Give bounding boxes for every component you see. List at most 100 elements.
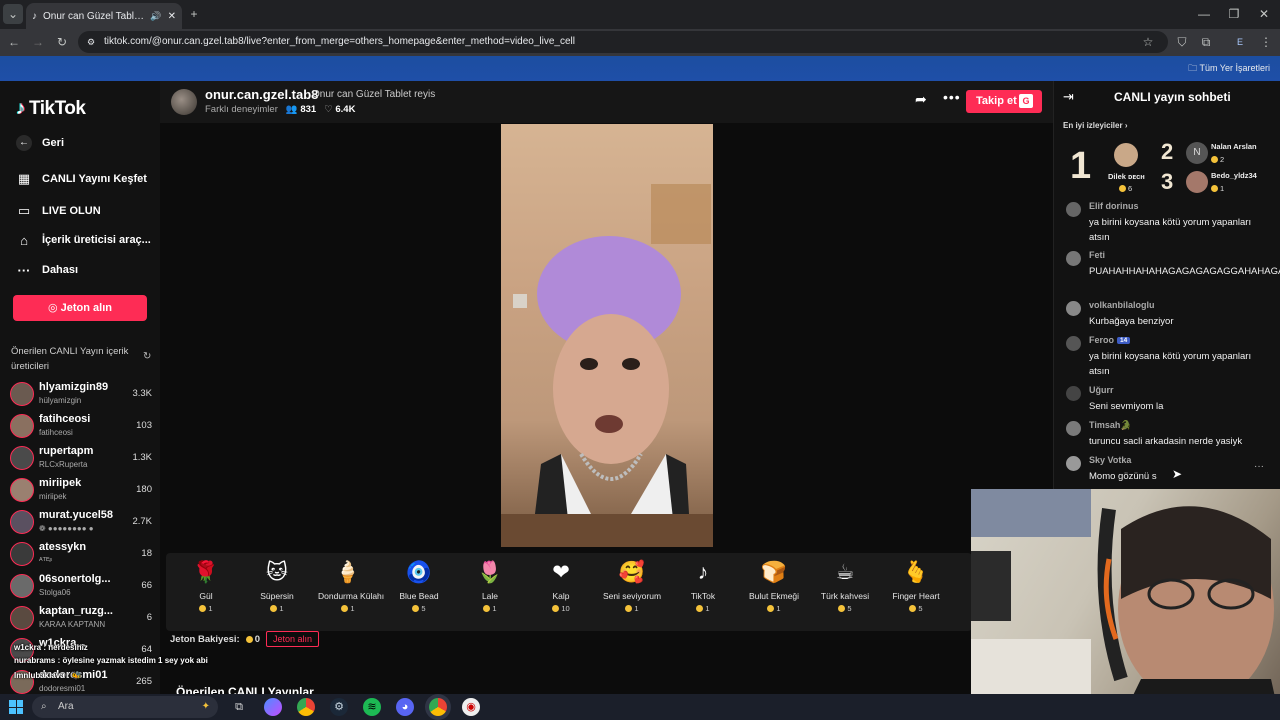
browser-tab[interactable]: ♪ Onur can Güzel Tablet reyis 🔊 ✕ [26,3,182,29]
site-info-icon[interactable]: ⚙ [87,31,95,53]
creator-item[interactable]: kaptan_ruzg... KARAA KAPTANN 6 [10,603,152,633]
gift-item[interactable]: 🥰 Seni seviyorum 1 [602,559,662,613]
new-tab-icon[interactable]: + [184,4,204,24]
nav-go-live[interactable]: ▭ LIVE OLUN [16,200,101,222]
task-view-icon[interactable]: ⧉ [230,698,248,716]
taskbar-search[interactable]: ⌕ Ara ✦ [32,696,218,718]
creator-handle: fatihceosi [39,428,73,437]
profile-avatar[interactable]: E [1230,32,1250,52]
host-name[interactable]: onur.can.gzel.tab8 [205,87,318,102]
chat-text: ya birini koysana kötü yorum yapanları a… [1089,217,1252,243]
collapse-chat-icon[interactable]: ⇥ [1063,89,1074,105]
gift-item[interactable]: 🫰 Finger Heart 5 [886,559,946,613]
chrome-icon[interactable] [297,698,315,716]
tab-search-icon[interactable]: ⌄ [3,4,23,24]
all-bookmarks-link[interactable]: 🗀 Tüm Yer İşaretleri [1188,61,1270,77]
gift-item[interactable]: 🌷 Lale 1 [460,559,520,613]
close-tab-icon[interactable]: ✕ [168,11,176,22]
follow-button[interactable]: Takip et G [966,90,1042,113]
discord-icon[interactable]: ◕ [396,698,414,716]
gift-name: Bulut Ekmeği [748,591,800,601]
chat-username[interactable]: Sky Votka [1089,455,1131,465]
nav-creator-tools[interactable]: ⌂ İçerik üreticisi araç... [16,229,151,251]
gift-item[interactable]: 🌹 Gül 1 [176,559,236,613]
gift-price: 1 [744,604,804,613]
copilot-icon[interactable] [264,698,282,716]
chat-avatar [1066,202,1081,217]
chat-username[interactable]: Timsah🐊 [1089,420,1132,431]
gift-price: 5 [815,604,875,613]
live-video[interactable] [501,124,713,547]
top-viewer-name: Nalan Arslan [1211,142,1257,151]
creator-item[interactable]: rupertapm RLCxRuperta 1.3K [10,443,152,473]
top-viewer-avatar[interactable] [1114,143,1138,167]
creator-item[interactable]: murat.yucel58 ❁ ●●●●●●●● ● 2.7K [10,507,152,537]
host-avatar[interactable] [171,89,197,115]
reload-icon[interactable]: ↻ [52,32,72,52]
top-viewer-score: 1 [1211,184,1224,193]
url-text: tiktok.com/@onur.can.gzel.tab8/live?ente… [104,36,575,47]
message-more-icon[interactable]: ··· [1254,461,1264,472]
more-dots-icon: ··· [17,262,31,278]
restore-icon[interactable]: ❐ [1224,4,1244,24]
creator-handle: Stolga06 [39,588,71,597]
obs-icon[interactable]: ◉ [462,698,480,716]
creator-item[interactable]: miriipek miriipek 180 [10,475,152,505]
more-options-icon[interactable]: ••• [943,89,961,105]
nav-explore-live[interactable]: ▦ CANLI Yayını Keşfet [16,168,147,190]
chat-username[interactable]: Elif dorinus [1089,201,1139,211]
chrome-active-icon[interactable] [429,698,447,716]
windows-start-icon[interactable] [9,700,23,714]
chat-username[interactable]: Feroo 14 [1089,335,1131,345]
chat-username[interactable]: Feti [1089,250,1105,260]
creator-avatar [10,414,34,438]
chat-username[interactable]: volkanbilaloglu [1089,300,1155,310]
balance-get-coins-button[interactable]: Jeton alın [266,631,320,647]
refresh-icon[interactable]: ↻ [143,351,151,362]
gift-name: Gül [199,591,213,601]
top-viewers-link[interactable]: En iyi izleyiciler › [1063,121,1127,130]
search-highlight-icon: ✦ [201,701,210,712]
speaker-icon[interactable]: 🔊 [150,11,161,22]
creator-name: rupertapm [39,445,94,457]
tiktok-logo[interactable]: ♪ TikTok [16,98,86,120]
gift-name: Lale [481,591,499,601]
spotify-icon[interactable]: ≋ [363,698,381,716]
chat-avatar [1066,301,1081,316]
gift-item[interactable]: ❤ Kalp 10 [531,559,591,613]
share-icon[interactable]: ➦ [915,91,927,108]
chat-title: CANLI yayın sohbeti [1114,90,1231,104]
gift-item[interactable]: 🐱 Süpersin 1 [247,559,307,613]
gift-item[interactable]: 🧿 Blue Bead 5 [389,559,449,613]
lightbulb-icon: ⌂ [20,232,28,248]
creator-item[interactable]: hlyamizgin89 hülyamizgin 3.3K [10,379,152,409]
shield-extension-icon[interactable]: ⛉ [1172,32,1192,52]
close-window-icon[interactable]: ✕ [1254,4,1274,24]
gift-item[interactable]: 🍞 Bulut Ekmeği 1 [744,559,804,613]
chrome-menu-icon[interactable]: ⋮ [1256,32,1276,52]
steam-icon[interactable]: ⚙ [330,698,348,716]
chat-avatar [1066,421,1081,436]
creator-viewers: 3.3K [132,388,152,399]
get-coins-button[interactable]: ◎ Jeton alın [13,295,147,321]
url-field[interactable]: ⚙ tiktok.com/@onur.can.gzel.tab8/live?en… [78,31,1168,53]
gift-item[interactable]: ♪ TikTok 1 [673,559,733,613]
creator-name: murat.yucel58 [39,509,113,521]
chat-username[interactable]: Uğurr [1089,385,1114,395]
gift-item[interactable]: 🍦 Dondurma Külahı 1 [318,559,384,613]
coin-icon [245,635,253,643]
extensions-icon[interactable]: ⧉ [1196,32,1216,52]
creator-item[interactable]: 06sonertolg... Stolga06 66 [10,571,152,601]
nav-more[interactable]: ··· Dahası [16,259,79,281]
nav-back[interactable]: ← Geri [16,132,64,154]
overlay-chat-line: w1ckra : nerdesiniz [14,643,88,652]
minimize-icon[interactable]: — [1194,4,1214,24]
gift-item[interactable]: ☕ Türk kahvesi 5 [815,559,875,613]
forward-icon[interactable]: → [28,32,48,52]
back-icon[interactable]: ← [4,32,24,52]
bookmark-star-icon[interactable]: ☆ [1138,32,1158,52]
creator-item[interactable]: atessykn ᴬᵀᴱᶳ 18 [10,539,152,569]
top-viewer-avatar[interactable]: N [1186,142,1208,164]
top-viewer-avatar[interactable] [1186,171,1208,193]
creator-item[interactable]: fatihceosi fatihceosi 103 [10,411,152,441]
